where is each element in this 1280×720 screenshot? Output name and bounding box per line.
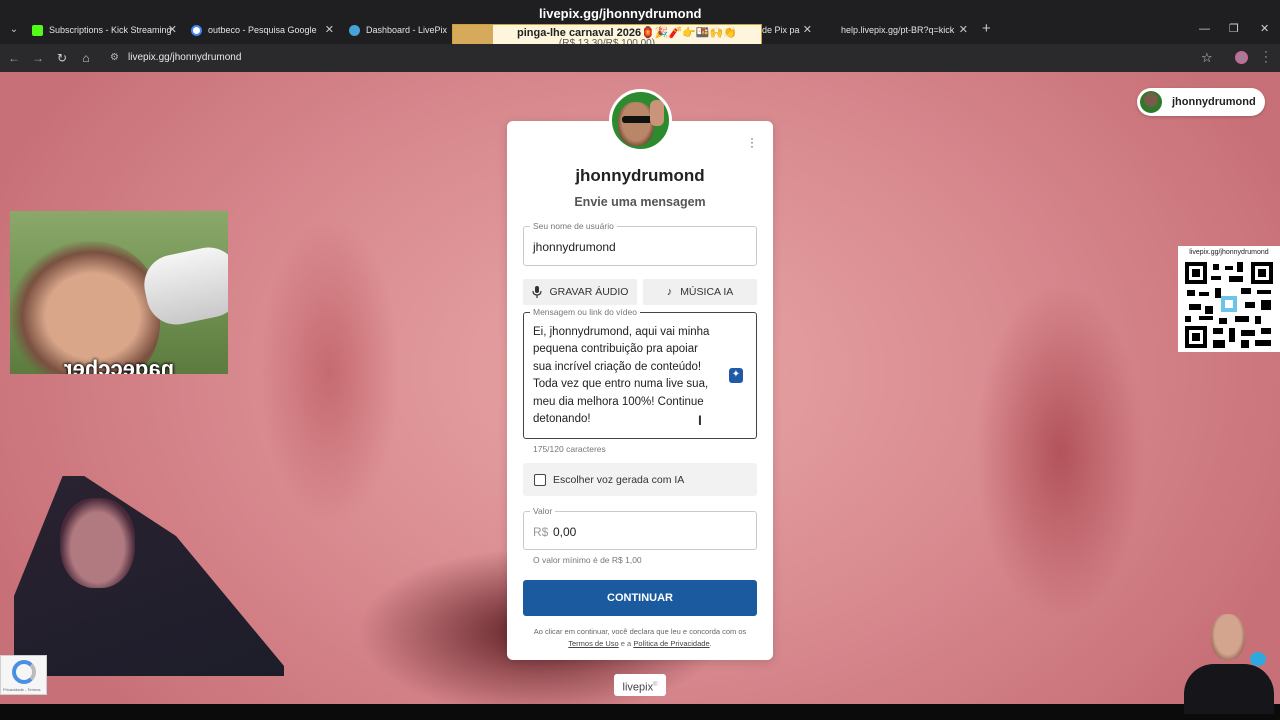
ai-music-button[interactable]: ♪ MÚSICA IA xyxy=(643,279,757,305)
ai-music-label: MÚSICA IA xyxy=(680,286,734,298)
privacy-policy-link[interactable]: Política de Privacidade xyxy=(633,639,709,648)
minimum-amount-note: O valor mínimo é de R$ 1,00 xyxy=(533,555,642,565)
forward-arrow-icon[interactable]: → xyxy=(30,50,46,66)
streamer-avatar xyxy=(609,89,672,152)
presenter-face-image xyxy=(1211,614,1245,660)
continue-button[interactable]: CONTINUAR xyxy=(523,580,757,616)
tab-search-chevron-icon[interactable]: ⌄ xyxy=(6,22,22,38)
streamer-name: jhonnydrumond xyxy=(575,166,705,185)
streamer-face-image xyxy=(60,498,135,588)
new-tab-plus-icon[interactable]: + xyxy=(982,21,991,37)
kick-favicon-icon xyxy=(32,24,43,36)
ai-voice-label: Escolher voz gerada com IA xyxy=(553,474,685,486)
browser-menu-icon[interactable]: · · · xyxy=(1262,47,1270,68)
recaptcha-badge[interactable]: Privacidade - Termos xyxy=(0,655,47,695)
tab-title: de Pix pa xyxy=(762,25,800,35)
tab-livepix-dashboard[interactable]: Dashboard - LivePix xyxy=(349,20,449,40)
tab-title: Dashboard - LivePix xyxy=(366,25,448,35)
microphone-icon xyxy=(531,286,542,298)
recaptcha-icon xyxy=(12,660,36,684)
card-subtitle: Envie uma mensagem xyxy=(574,195,706,209)
pill-username: jhonnydrumond xyxy=(1172,96,1256,108)
qr-code-overlay: livepix.gg/jhonnydrumond xyxy=(1178,246,1280,352)
username-field[interactable]: Seu nome de usuário jhonnydrumond xyxy=(523,220,757,266)
avatar-glasses-image xyxy=(622,116,652,123)
avatar-thumbs-up-image xyxy=(650,100,664,126)
tab-close-icon[interactable]: ✕ xyxy=(325,23,334,37)
amount-value[interactable]: 0,00 xyxy=(553,525,576,539)
presenter-webcam-overlay xyxy=(1178,612,1280,714)
home-icon[interactable]: ⌂ xyxy=(78,50,94,66)
amount-field[interactable]: Valor R$ 0,00 xyxy=(523,505,757,550)
profile-avatar-icon[interactable] xyxy=(1235,51,1248,64)
tab-close-icon[interactable]: ✕ xyxy=(959,23,968,37)
browser-toolbar: ← → ↻ ⌂ ⚙ livepix.gg/jhonnydrumond ☆ xyxy=(0,44,1280,72)
bottom-bar xyxy=(0,704,1280,720)
livepix-logo-mark: ® xyxy=(653,682,658,688)
message-field-label: Mensagem ou link do vídeo xyxy=(530,306,640,318)
meme-person-image xyxy=(10,241,160,374)
message-textarea[interactable]: Mensagem ou link do vídeo Ei, jhonnydrum… xyxy=(523,306,757,439)
site-info-icon[interactable]: ⚙ xyxy=(110,52,119,63)
meme-caption: ɹǝɥɔɔǝbɐu xyxy=(63,359,175,374)
username-field-label: Seu nome de usuário xyxy=(530,220,617,232)
ai-voice-option[interactable]: Escolher voz gerada com IA xyxy=(523,463,757,496)
livepix-logo-text: livepix xyxy=(622,681,654,694)
tab-help-livepix[interactable]: help.livepix.gg/pt-BR?q=kick ✕ xyxy=(841,20,968,40)
avatar-face-image xyxy=(618,102,654,146)
tab-close-icon[interactable]: ✕ xyxy=(168,23,177,37)
message-text[interactable]: Ei, jhonnydrumond, aqui vai minha pequen… xyxy=(533,324,718,428)
terms-of-use-link[interactable]: Termos de Uso xyxy=(568,639,618,648)
terms-suffix: . xyxy=(709,639,712,648)
record-audio-label: GRAVAR ÁUDIO xyxy=(549,286,629,298)
music-note-icon: ♪ xyxy=(666,286,673,298)
stream-overlay-title: livepix.gg/jhonnydrumond xyxy=(539,6,702,21)
window-close-icon[interactable]: ✕ xyxy=(1260,22,1269,36)
restore-icon[interactable]: ❐ xyxy=(1229,22,1239,36)
back-arrow-icon[interactable]: ← xyxy=(6,50,22,66)
reload-icon[interactable]: ↻ xyxy=(54,50,70,66)
google-favicon-icon xyxy=(191,24,202,36)
stream-meme-overlay: ɹǝɥɔɔǝbɐu xyxy=(10,211,228,374)
tab-google[interactable]: outbeco - Pesquisa Google ✕ xyxy=(191,20,334,40)
recaptcha-links: Privacidade - Termos xyxy=(3,687,41,692)
terms-prefix: Ao clicar em continuar, você declara que… xyxy=(533,627,747,636)
livepix-logo[interactable]: livepix® xyxy=(614,674,666,696)
tab-title: Subscriptions - Kick Streaming xyxy=(49,25,172,35)
terms-notice: Ao clicar em continuar, você declara que… xyxy=(518,626,762,650)
minimize-icon[interactable]: — xyxy=(1199,22,1210,36)
ai-voice-checkbox[interactable] xyxy=(534,474,546,486)
qr-url-label: livepix.gg/jhonnydrumond xyxy=(1189,249,1269,256)
presenter-body-image xyxy=(1184,664,1274,714)
username-value[interactable]: jhonnydrumond xyxy=(533,240,616,254)
livepix-favicon-icon xyxy=(349,24,360,36)
user-profile-pill[interactable]: jhonnydrumond xyxy=(1137,88,1265,116)
ai-sparkle-button-icon[interactable]: ✦ xyxy=(729,368,743,383)
currency-symbol: R$ xyxy=(533,525,549,539)
tab-title: outbeco - Pesquisa Google xyxy=(208,25,317,35)
terms-conjunction: e a xyxy=(620,639,632,648)
qr-code-icon xyxy=(1185,262,1273,348)
tab-close-icon[interactable]: ✕ xyxy=(803,23,812,37)
record-audio-button[interactable]: GRAVAR ÁUDIO xyxy=(523,279,637,305)
bookmark-star-icon[interactable]: ☆ xyxy=(1201,50,1213,66)
tab-kick[interactable]: Subscriptions - Kick Streaming ✕ xyxy=(32,20,177,40)
text-cursor-icon: I xyxy=(698,412,702,428)
address-bar[interactable]: livepix.gg/jhonnydrumond xyxy=(128,52,241,63)
character-counter: 175/120 caracteres xyxy=(533,444,606,454)
tab-pix[interactable]: de Pix pa ✕ xyxy=(762,20,812,40)
amount-field-label: Valor xyxy=(530,505,556,517)
presenter-logo-icon xyxy=(1250,652,1266,666)
tab-title: help.livepix.gg/pt-BR?q=kick xyxy=(841,25,955,35)
card-options-menu-icon[interactable]: · · · xyxy=(749,132,755,152)
avatar xyxy=(1140,91,1162,113)
